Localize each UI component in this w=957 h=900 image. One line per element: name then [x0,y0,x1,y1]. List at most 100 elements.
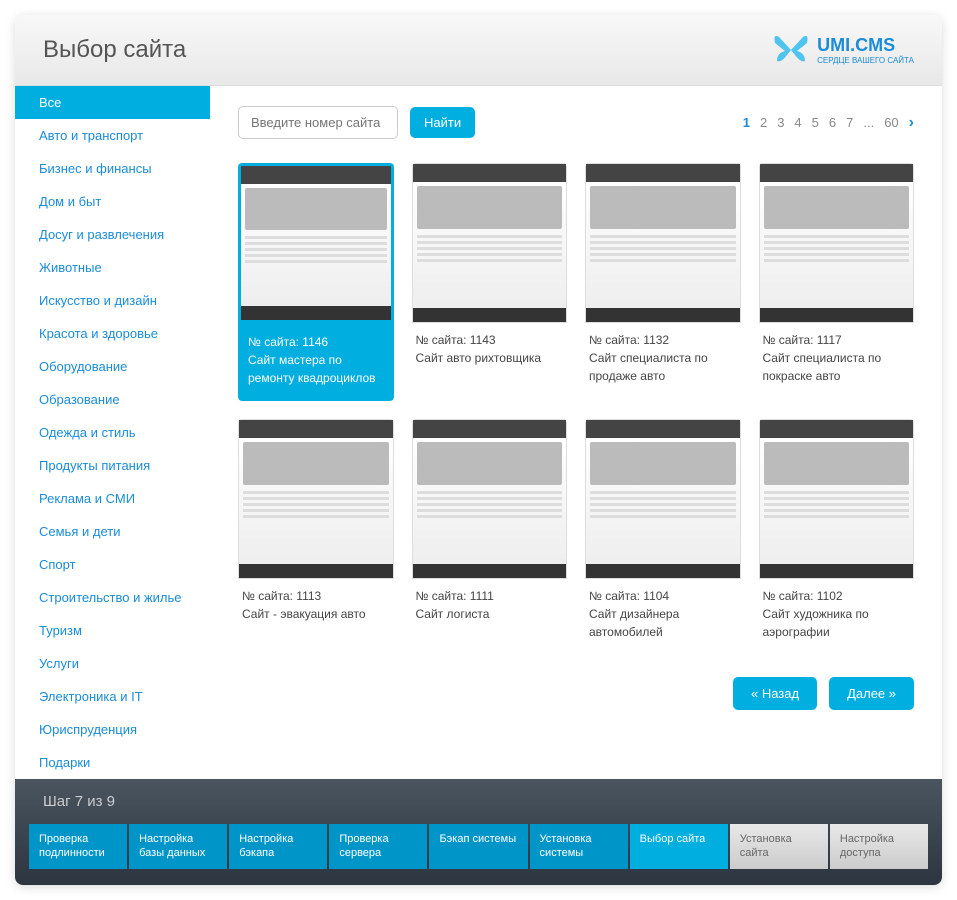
card-title: Сайт дизайнера автомобилей [589,605,737,641]
card-info: № сайта: 1111 Сайт логиста [412,579,568,631]
card-number: № сайта: 1104 [589,587,737,605]
page-next-icon[interactable]: › [909,114,914,132]
header: Выбор сайта UMI.CMS СЕРДЦЕ ВАШЕГО САЙТА [15,15,942,86]
template-thumbnail [412,419,568,579]
sidebar-item[interactable]: Оборудование [15,350,210,383]
page-title: Выбор сайта [43,36,186,64]
butterfly-icon [771,33,811,67]
card-info: № сайта: 1143 Сайт авто рихтовщика [412,323,568,375]
template-card[interactable]: № сайта: 1146 Сайт мастера по ремонту кв… [238,163,394,401]
sidebar-item[interactable]: Реклама и СМИ [15,482,210,515]
sidebar-item[interactable]: Все [15,86,210,119]
wizard-step[interactable]: Проверка сервера [329,824,427,869]
logo-subtitle: СЕРДЦЕ ВАШЕГО САЙТА [817,56,914,65]
card-title: Сайт - эвакуация авто [242,605,390,623]
template-thumbnail [585,163,741,323]
card-info: № сайта: 1104 Сайт дизайнера автомобилей [585,579,741,649]
card-number: № сайта: 1143 [416,331,564,349]
page-number[interactable]: 2 [760,115,767,130]
sidebar-item[interactable]: Досуг и развлечения [15,218,210,251]
page-number[interactable]: 6 [829,115,836,130]
content: Найти 1234567... 60 › № сайта: 1146 Сайт м… [210,86,942,779]
template-card[interactable]: № сайта: 1117 Сайт специалиста по покрас… [759,163,915,401]
sidebar-item[interactable]: Дом и быт [15,185,210,218]
template-card[interactable]: № сайта: 1113 Сайт - эвакуация авто [238,419,394,649]
sidebar-item[interactable]: Юриспруденция [15,713,210,746]
template-grid: № сайта: 1146 Сайт мастера по ремонту кв… [238,163,914,649]
sidebar-item[interactable]: Спорт [15,548,210,581]
sidebar: ВсеАвто и транспортБизнес и финансыДом и… [15,86,210,779]
sidebar-item[interactable]: Бизнес и финансы [15,152,210,185]
app-container: Выбор сайта UMI.CMS СЕРДЦЕ ВАШЕГО САЙТА … [15,15,942,885]
card-number: № сайта: 1113 [242,587,390,605]
next-button[interactable]: Далее » [829,677,914,710]
sidebar-item[interactable]: Туризм [15,614,210,647]
page-number[interactable]: 5 [812,115,819,130]
sidebar-item[interactable]: Подарки [15,746,210,779]
card-title: Сайт специалиста по покраске авто [763,349,911,385]
search-input[interactable] [238,106,398,139]
sidebar-item[interactable]: Авто и транспорт [15,119,210,152]
sidebar-item[interactable]: Одежда и стиль [15,416,210,449]
card-info: № сайта: 1117 Сайт специалиста по покрас… [759,323,915,393]
template-card[interactable]: № сайта: 1102 Сайт художника по аэрограф… [759,419,915,649]
card-number: № сайта: 1146 [248,333,384,351]
sidebar-item[interactable]: Услуги [15,647,210,680]
template-thumbnail [238,419,394,579]
footer: Шаг 7 из 9 Проверка подлинностиНастройка… [15,779,942,885]
wizard-step[interactable]: Настройка базы данных [129,824,227,869]
page-number[interactable]: 7 [846,115,853,130]
sidebar-item[interactable]: Продукты питания [15,449,210,482]
sidebar-item[interactable]: Электроника и IT [15,680,210,713]
sidebar-item[interactable]: Искусство и дизайн [15,284,210,317]
wizard-step[interactable]: Установка сайта [730,824,828,869]
template-card[interactable]: № сайта: 1132 Сайт специалиста по продаж… [585,163,741,401]
pagination: 1234567... 60 › [743,114,914,132]
sidebar-item[interactable]: Семья и дети [15,515,210,548]
template-thumbnail [759,163,915,323]
steps: Проверка подлинностиНастройка базы данны… [15,824,942,885]
main: ВсеАвто и транспортБизнес и финансыДом и… [15,86,942,779]
sidebar-item[interactable]: Красота и здоровье [15,317,210,350]
template-card[interactable]: № сайта: 1143 Сайт авто рихтовщика [412,163,568,401]
wizard-step[interactable]: Бэкап системы [429,824,527,869]
page-number: ... [863,115,874,130]
card-title: Сайт мастера по ремонту квадроциклов [248,351,384,387]
wizard-step[interactable]: Проверка подлинности [29,824,127,869]
card-number: № сайта: 1117 [763,331,911,349]
logo-text: UMI.CMS [817,35,895,55]
card-info: № сайта: 1146 Сайт мастера по ремонту кв… [238,323,394,401]
wizard-step[interactable]: Выбор сайта [630,824,728,869]
search-row: Найти 1234567... 60 › [238,106,914,139]
card-number: № сайта: 1132 [589,331,737,349]
card-number: № сайта: 1111 [416,587,564,605]
card-title: Сайт художника по аэрографии [763,605,911,641]
card-info: № сайта: 1102 Сайт художника по аэрограф… [759,579,915,649]
card-info: № сайта: 1132 Сайт специалиста по продаж… [585,323,741,393]
wizard-step[interactable]: Установка системы [530,824,628,869]
page-number[interactable]: 4 [794,115,801,130]
template-card[interactable]: № сайта: 1104 Сайт дизайнера автомобилей [585,419,741,649]
nav-buttons: « Назад Далее » [238,677,914,710]
template-card[interactable]: № сайта: 1111 Сайт логиста [412,419,568,649]
template-thumbnail [585,419,741,579]
card-title: Сайт авто рихтовщика [416,349,564,367]
back-button[interactable]: « Назад [733,677,817,710]
step-label: Шаг 7 из 9 [15,779,942,824]
wizard-step[interactable]: Настройка доступа [830,824,928,869]
template-thumbnail [759,419,915,579]
sidebar-item[interactable]: Животные [15,251,210,284]
card-title: Сайт специалиста по продаже авто [589,349,737,385]
page-number[interactable]: 3 [777,115,784,130]
template-thumbnail [412,163,568,323]
wizard-step[interactable]: Настройка бэкапа [229,824,327,869]
card-number: № сайта: 1102 [763,587,911,605]
template-thumbnail [238,163,394,323]
sidebar-item[interactable]: Строительство и жилье [15,581,210,614]
page-number[interactable]: 1 [743,115,750,130]
search-button[interactable]: Найти [410,107,475,138]
sidebar-item[interactable]: Образование [15,383,210,416]
logo: UMI.CMS СЕРДЦЕ ВАШЕГО САЙТА [771,33,914,67]
card-title: Сайт логиста [416,605,564,623]
page-number[interactable]: 60 [884,115,898,130]
